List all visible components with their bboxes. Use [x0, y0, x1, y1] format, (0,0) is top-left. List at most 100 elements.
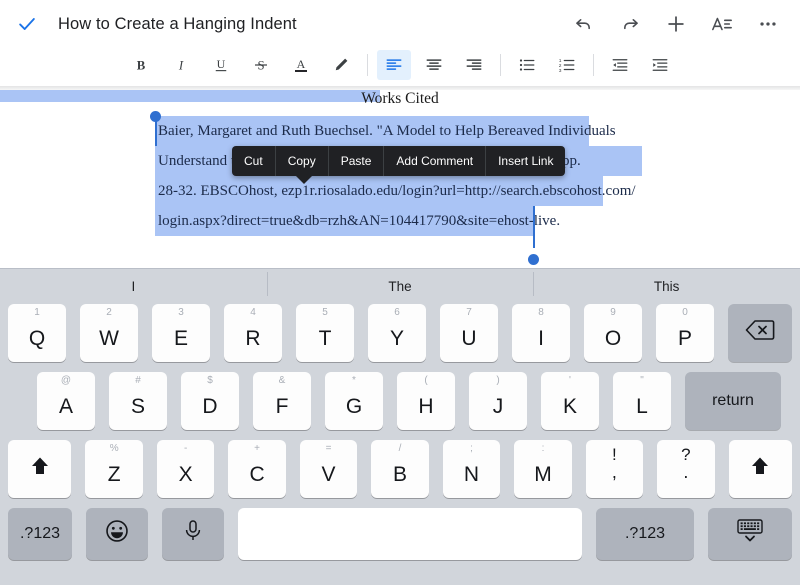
key-s-label: S	[131, 395, 145, 419]
strikethrough-button[interactable]: S	[244, 50, 278, 80]
key-f-alt: &	[253, 375, 311, 386]
svg-text:B: B	[136, 59, 145, 73]
key-comma[interactable]: !,	[586, 440, 643, 498]
key-a-alt: @	[37, 375, 95, 386]
document-canvas[interactable]: Works Cited Baier, Margaret and Ruth Bue…	[0, 90, 800, 268]
shift-right-key[interactable]	[729, 440, 792, 498]
on-screen-keyboard: I The This 1Q 2W 3E 4R 5T 6Y 7U 8I 9O 0P	[0, 268, 800, 585]
key-s[interactable]: #S	[109, 372, 167, 430]
redo-icon[interactable]	[618, 12, 642, 36]
microphone-key[interactable]	[162, 508, 224, 560]
key-f[interactable]: &F	[253, 372, 311, 430]
key-k[interactable]: 'K	[541, 372, 599, 430]
svg-text:U: U	[216, 57, 225, 71]
text-format-icon[interactable]	[710, 12, 734, 36]
key-o-label: O	[605, 327, 621, 351]
text-color-button[interactable]: A	[284, 50, 318, 80]
document-title[interactable]: How to Create a Hanging Indent	[58, 15, 297, 34]
keyboard-row-2: @A #S $D &F *G (H )J 'K "L return	[0, 372, 800, 430]
keyboard-row-3: %Z -X +C =V /B ;N :M !, ?.	[0, 440, 800, 498]
hide-keyboard-key[interactable]	[708, 508, 792, 560]
backspace-key[interactable]	[728, 304, 792, 362]
space-key[interactable]	[238, 508, 582, 560]
key-u[interactable]: 7U	[440, 304, 498, 362]
underline-button[interactable]: U	[204, 50, 238, 80]
key-e[interactable]: 3E	[152, 304, 210, 362]
key-p-label: P	[678, 327, 692, 351]
key-d-label: D	[202, 395, 217, 419]
numbers-left-label: .?123	[20, 525, 60, 543]
key-k-label: K	[563, 395, 577, 419]
italic-button[interactable]: I	[164, 50, 198, 80]
key-l[interactable]: "L	[613, 372, 671, 430]
selection-start-handle[interactable]	[150, 111, 161, 122]
key-m-label: M	[534, 463, 552, 487]
decrease-indent-button[interactable]	[603, 50, 637, 80]
key-m[interactable]: :M	[514, 440, 571, 498]
key-v[interactable]: =V	[300, 440, 357, 498]
shift-left-key[interactable]	[8, 440, 71, 498]
highlighter-pen-button[interactable]	[324, 50, 358, 80]
paste-menu-item[interactable]: Paste	[329, 146, 385, 176]
key-comma-alt: !	[586, 445, 643, 465]
key-d[interactable]: $D	[181, 372, 239, 430]
suggestion-1[interactable]: The	[267, 279, 534, 294]
numbers-right-key[interactable]: .?123	[596, 508, 694, 560]
numbers-left-key[interactable]: .?123	[8, 508, 72, 560]
return-key[interactable]: return	[685, 372, 781, 430]
bold-button[interactable]: B	[124, 50, 158, 80]
key-u-label: U	[461, 327, 476, 351]
key-c-label: C	[249, 463, 264, 487]
key-p[interactable]: 0P	[656, 304, 714, 362]
align-right-button[interactable]	[457, 50, 491, 80]
copy-menu-item[interactable]: Copy	[276, 146, 329, 176]
key-period[interactable]: ?.	[657, 440, 714, 498]
toolbar-divider-2	[500, 54, 501, 76]
key-q[interactable]: 1Q	[8, 304, 66, 362]
emoji-key[interactable]	[86, 508, 148, 560]
bulleted-list-button[interactable]	[510, 50, 544, 80]
key-y[interactable]: 6Y	[368, 304, 426, 362]
suggestion-0[interactable]: I	[0, 279, 267, 294]
toolbar-divider-1	[367, 54, 368, 76]
more-horizontal-icon[interactable]	[756, 12, 780, 36]
key-i[interactable]: 8I	[512, 304, 570, 362]
selected-text-line-4[interactable]: login.aspx?direct=true&db=rzh&AN=1044177…	[155, 206, 535, 236]
keyboard-rows: 1Q 2W 3E 4R 5T 6Y 7U 8I 9O 0P @A #S	[0, 304, 800, 570]
selected-text-line-1[interactable]: Baier, Margaret and Ruth Buechsel. "A Mo…	[155, 116, 589, 146]
numbered-list-button[interactable]: 123	[550, 50, 584, 80]
key-r[interactable]: 4R	[224, 304, 282, 362]
key-g[interactable]: *G	[325, 372, 383, 430]
undo-icon[interactable]	[572, 12, 596, 36]
increase-indent-button[interactable]	[643, 50, 677, 80]
key-z[interactable]: %Z	[85, 440, 142, 498]
selection-end-handle[interactable]	[528, 254, 539, 265]
plus-icon[interactable]	[664, 12, 688, 36]
selected-text-line-3[interactable]: 28-32. EBSCOhost, ezp1r.riosalado.edu/lo…	[155, 176, 603, 206]
key-x[interactable]: -X	[157, 440, 214, 498]
key-y-label: Y	[390, 327, 404, 351]
text-context-menu: Cut Copy Paste Add Comment Insert Link	[232, 146, 565, 176]
key-b[interactable]: /B	[371, 440, 428, 498]
key-n[interactable]: ;N	[443, 440, 500, 498]
svg-text:2: 2	[558, 63, 561, 69]
works-cited-heading: Works Cited	[0, 90, 800, 108]
key-a[interactable]: @A	[37, 372, 95, 430]
cut-menu-item[interactable]: Cut	[232, 146, 276, 176]
key-c[interactable]: +C	[228, 440, 285, 498]
key-a-label: A	[59, 395, 73, 419]
key-h[interactable]: (H	[397, 372, 455, 430]
shift-arrow-icon	[748, 454, 772, 484]
key-w[interactable]: 2W	[80, 304, 138, 362]
check-icon[interactable]	[14, 11, 40, 37]
key-j[interactable]: )J	[469, 372, 527, 430]
backspace-icon	[745, 318, 775, 348]
add-comment-menu-item[interactable]: Add Comment	[384, 146, 486, 176]
suggestion-2[interactable]: This	[533, 279, 800, 294]
align-center-button[interactable]	[417, 50, 451, 80]
key-t[interactable]: 5T	[296, 304, 354, 362]
document-editor-screen: How to Create a Hanging Indent	[0, 0, 800, 585]
key-o[interactable]: 9O	[584, 304, 642, 362]
insert-link-menu-item[interactable]: Insert Link	[486, 146, 565, 176]
align-left-button[interactable]	[377, 50, 411, 80]
